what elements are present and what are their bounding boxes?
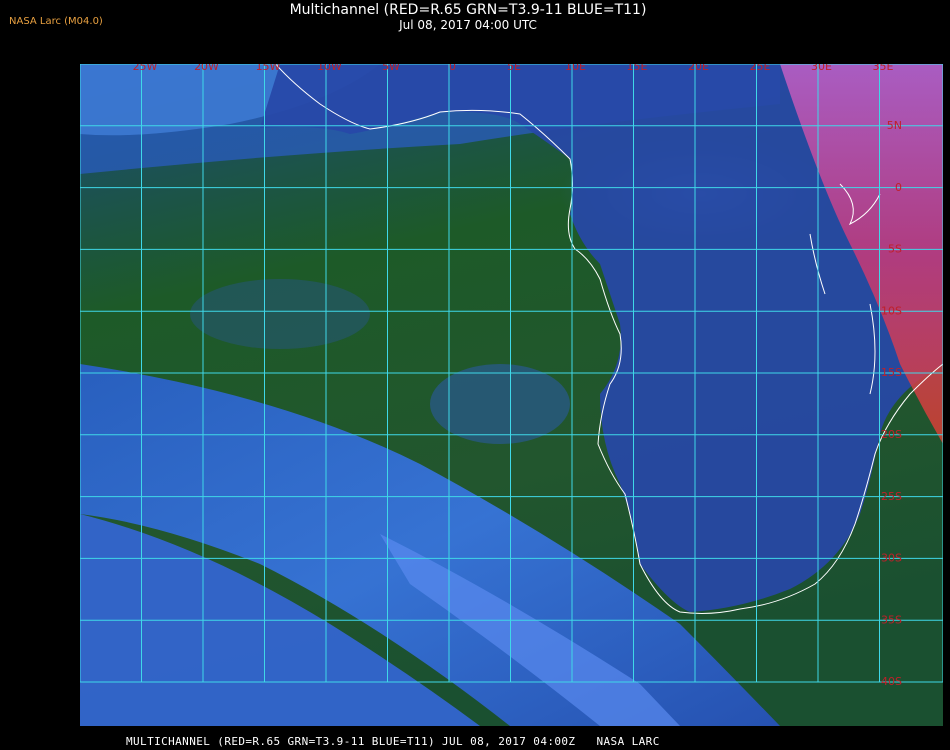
footer-caption: MULTICHANNEL (RED=R.65 GRN=T3.9-11 BLUE=… xyxy=(126,735,660,748)
latitude-label: 20S xyxy=(881,428,902,441)
image-title: Multichannel (RED=R.65 GRN=T3.9-11 BLUE=… xyxy=(289,2,647,18)
longitude-label: 15E xyxy=(627,64,648,73)
latitude-label: 0 xyxy=(895,181,902,194)
latitude-label: 40S xyxy=(881,675,902,688)
longitude-label: 10E xyxy=(565,64,586,73)
longitude-label: 30E xyxy=(811,64,832,73)
image-timestamp: Jul 08, 2017 04:00 UTC xyxy=(399,18,537,32)
satellite-map: 25W 20W 15W 10W 5W 0 5E 10E 15E 20E 25E 30E 35E 5N 0 5… xyxy=(79,43,944,726)
cloud-patch-1 xyxy=(430,364,570,444)
longitude-label: 25E xyxy=(750,64,771,73)
latitude-label: 5N xyxy=(887,119,902,132)
longitude-label: 5W xyxy=(382,64,400,73)
latitude-label: 25S xyxy=(881,490,902,503)
longitude-label: 20W xyxy=(194,64,219,73)
longitude-label: 20E xyxy=(688,64,709,73)
longitude-label: 25W xyxy=(133,64,158,73)
latitude-label: 5S xyxy=(888,243,902,256)
longitude-label: 10W xyxy=(317,64,342,73)
satellite-image: 25W 20W 15W 10W 5W 0 5E 10E 15E 20E 25E 30E 35E 5N 0 5… xyxy=(79,43,944,726)
latitude-label: 10S xyxy=(881,304,902,317)
longitude-label: 35E xyxy=(873,64,894,73)
longitude-label: 5E xyxy=(507,64,521,73)
longitude-label: 0 xyxy=(449,64,456,73)
latitude-label: 30S xyxy=(881,552,902,565)
latitude-label: 35S xyxy=(881,613,902,626)
longitude-label: 15W xyxy=(256,64,281,73)
latitude-label: 15S xyxy=(881,366,902,379)
cloud-patch-2 xyxy=(190,279,370,349)
